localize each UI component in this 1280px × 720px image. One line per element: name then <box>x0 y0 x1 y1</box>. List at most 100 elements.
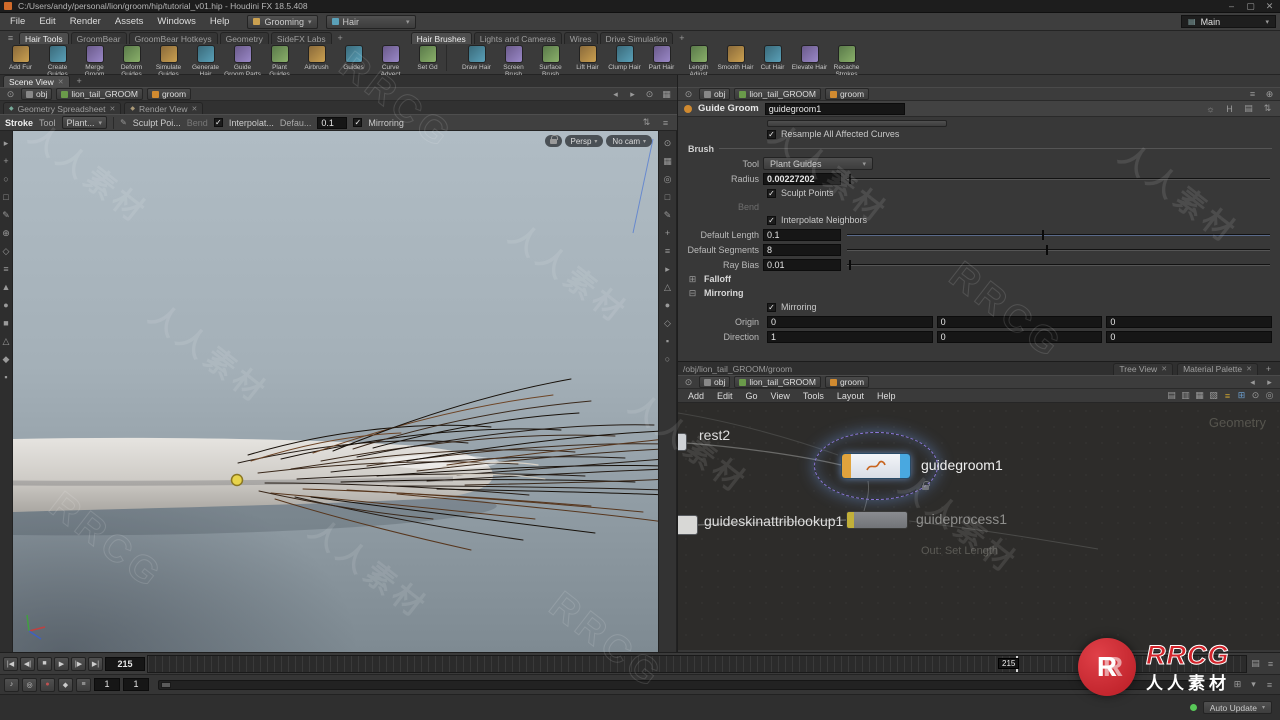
close-icon[interactable]: ✕ <box>1161 365 1167 373</box>
ray-bias-field[interactable]: 0.01 <box>763 258 841 271</box>
radius-slider[interactable] <box>847 173 1270 184</box>
close-icon[interactable]: ✕ <box>110 105 116 113</box>
shelf-tab-groombear-hotkeys[interactable]: GroomBear Hotkeys <box>128 32 218 44</box>
net-menu-go[interactable]: Go <box>740 391 764 401</box>
grid-icon[interactable]: ▦ <box>660 88 673 100</box>
network-canvas[interactable]: Geometry rest2 guidegroom1 guideskinattr… <box>678 403 1280 650</box>
mirroring-checkbox[interactable]: ✓ <box>767 302 776 312</box>
target-icon[interactable]: ◎ <box>1263 390 1276 402</box>
node-input-flag[interactable] <box>847 512 854 528</box>
shelf-tab-geometry[interactable]: Geometry <box>219 32 269 44</box>
range-start-field[interactable]: 1 <box>94 678 120 691</box>
tab-tree-view[interactable]: Tree View ✕ <box>1113 362 1174 375</box>
add-pane-tab-button[interactable]: + <box>1262 363 1275 375</box>
shelf-tool-deform-guides[interactable]: Deform Guides <box>113 45 150 78</box>
breadcrumb-groom[interactable]: groom <box>824 376 870 388</box>
current-frame-field[interactable]: 215 <box>105 656 145 671</box>
range-start2-field[interactable]: 1 <box>123 678 149 691</box>
scrub-icon[interactable]: ◎ <box>22 677 37 692</box>
shelf-tool-airbrush[interactable]: Airbrush <box>298 45 335 78</box>
hair-selector[interactable]: Hair ▾ <box>325 14 416 29</box>
shelf-tool-generate-hair[interactable]: Generate Hair <box>187 45 224 78</box>
net-menu-help[interactable]: Help <box>871 391 902 401</box>
shelf-tool-set-gd[interactable]: Set Gd <box>409 45 446 78</box>
pin-icon[interactable]: ⊙ <box>682 376 695 388</box>
close-button[interactable]: ✕ <box>1263 0 1276 12</box>
node-guideskinattriblookup1-label[interactable]: guideskinattriblookup1 <box>704 513 843 529</box>
shelf-tool-add-fur[interactable]: Add Fur <box>2 45 39 78</box>
shelf-tool-surface-brush[interactable]: Surface Brush <box>532 45 569 78</box>
play-button[interactable]: ▶ <box>54 656 69 671</box>
shelf-tool-recache-strokes[interactable]: Recache Strokes <box>828 45 865 78</box>
range-slider-handle[interactable] <box>161 681 171 688</box>
node-guidegroom1[interactable] <box>841 453 911 479</box>
pin-icon[interactable]: ⊙ <box>4 88 17 100</box>
camera-selector[interactable]: No cam ▾ <box>606 135 652 147</box>
breadcrumb-groom[interactable]: groom <box>824 88 870 100</box>
ray-bias-slider[interactable] <box>847 259 1270 270</box>
default-segments-field[interactable]: 8 <box>763 243 841 256</box>
zoom-icon[interactable]: + <box>661 227 674 239</box>
menu-help[interactable]: Help <box>204 16 236 27</box>
stroke-tool-dropdown[interactable]: Plant... ▾ <box>61 116 108 129</box>
shelf-tool-plant-guides[interactable]: Plant Guides <box>261 45 298 78</box>
gear-icon[interactable]: ☼ <box>1204 103 1217 115</box>
shelf-tool-guide-groom-parts[interactable]: Guide Groom Parts <box>224 45 261 78</box>
annotate-icon[interactable]: ✎ <box>661 209 674 221</box>
gem-tool-icon[interactable]: ◆ <box>0 353 13 365</box>
gem-icon[interactable]: ◇ <box>661 317 674 329</box>
add-icon[interactable]: ⊕ <box>1263 88 1276 100</box>
wrench-icon[interactable]: ▤ <box>1165 390 1178 402</box>
tab-geometry-spreadsheet[interactable]: ◆ Geometry Spreadsheet ✕ <box>3 102 122 114</box>
tab-render-view[interactable]: ◆ Render View ✕ <box>124 102 204 114</box>
shelf-tab-wires[interactable]: Wires <box>563 32 598 44</box>
node-output-flag[interactable] <box>900 454 910 478</box>
add-tool-icon[interactable]: + <box>0 155 13 167</box>
stop-tool-icon[interactable]: ■ <box>0 317 13 329</box>
resample-checkbox[interactable]: ✓ <box>767 129 776 139</box>
tri-icon[interactable]: △ <box>661 281 674 293</box>
mirroring-checkbox[interactable]: ✓ <box>353 118 363 127</box>
pin-icon[interactable]: ⊙ <box>682 88 695 100</box>
options-icon[interactable]: ≡ <box>661 245 674 257</box>
go-to-start-button[interactable]: |◀ <box>3 656 18 671</box>
mirroring-expander-icon[interactable]: ⊟ <box>686 287 699 299</box>
sort-icon[interactable]: ⇅ <box>640 117 653 129</box>
node-body[interactable] <box>851 454 900 478</box>
back-icon[interactable]: ◂ <box>1246 376 1259 388</box>
stop-button[interactable]: ■ <box>37 656 52 671</box>
node-body[interactable] <box>854 512 907 528</box>
box-tool-icon[interactable]: □ <box>0 191 13 203</box>
grooming-selector[interactable]: Grooming ▾ <box>247 14 318 29</box>
frame-icon[interactable]: □ <box>661 191 674 203</box>
net-menu-layout[interactable]: Layout <box>831 391 870 401</box>
menu-icon[interactable]: ≡ <box>1246 88 1259 100</box>
add-shelf-tab-button[interactable]: + <box>675 32 688 44</box>
breadcrumb-lion-tail-groom[interactable]: lion_tail_GROOM <box>56 88 143 100</box>
breadcrumb-obj[interactable]: obj <box>699 88 731 100</box>
shelf-tool-draw-hair[interactable]: Draw Hair <box>458 45 495 78</box>
grid-toggle-icon[interactable]: ▦ <box>661 155 674 167</box>
breadcrumb-obj[interactable]: obj <box>699 376 731 388</box>
tool-dropdown[interactable]: Plant Guides ▾ <box>763 157 873 170</box>
menu-windows[interactable]: Windows <box>151 16 202 27</box>
audio-icon[interactable]: ♪ <box>4 677 19 692</box>
persp-selector[interactable]: Persp ▾ <box>564 135 604 147</box>
net-menu-view[interactable]: View <box>765 391 796 401</box>
search-icon[interactable]: ⊙ <box>643 88 656 100</box>
menu-render[interactable]: Render <box>64 16 107 27</box>
layers-icon[interactable]: ≡ <box>1221 390 1234 402</box>
breadcrumb-groom[interactable]: groom <box>146 88 192 100</box>
range-slider[interactable] <box>158 679 1222 690</box>
shelf-tool-screen-brush[interactable]: Screen Brush <box>495 45 532 78</box>
up-tool-icon[interactable]: ▲ <box>0 281 13 293</box>
next-frame-button[interactable]: |▶ <box>71 656 86 671</box>
shelf-tab-hair-brushes[interactable]: Hair Brushes <box>410 32 472 44</box>
grid-view-icon[interactable]: ▦ <box>1193 390 1206 402</box>
net-menu-tools[interactable]: Tools <box>797 391 830 401</box>
shelf-tool-length-adjust[interactable]: Length Adjust <box>680 45 717 78</box>
shelf-tool-part-hair[interactable]: Part Hair <box>643 45 680 78</box>
interpolate-neighbors-checkbox[interactable]: ✓ <box>767 215 776 225</box>
origin-y-field[interactable]: 0 <box>936 315 1103 328</box>
expand-tool-icon[interactable]: ⊕ <box>0 227 13 239</box>
